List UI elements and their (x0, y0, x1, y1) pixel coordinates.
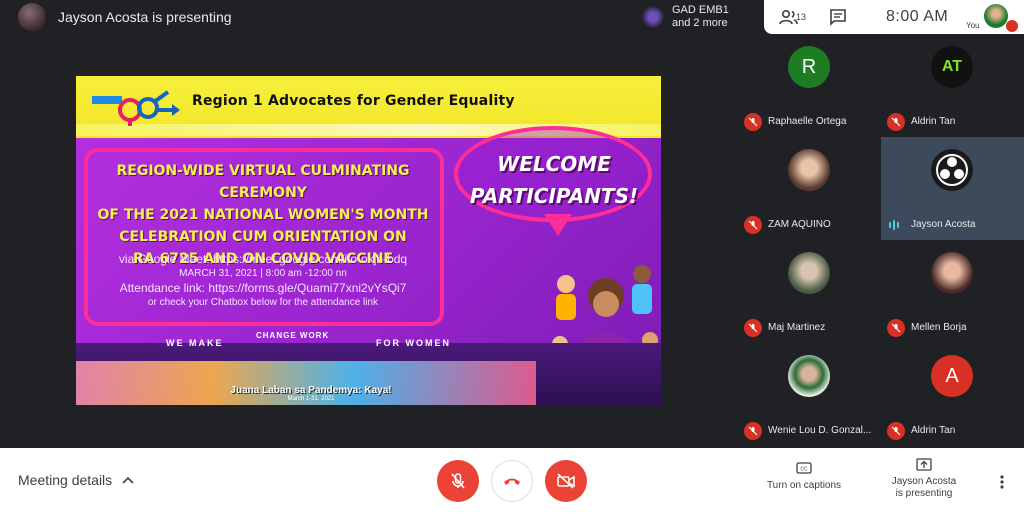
participant-avatar: AT (931, 46, 973, 88)
participant-tile[interactable]: ZAM AQUINO (738, 137, 881, 240)
mic-off-icon (887, 422, 905, 440)
slide-attendance-link: Attendance link: https://forms.gle/Quami… (119, 281, 407, 295)
leave-call-button[interactable] (491, 460, 533, 502)
captions-label: Turn on captions (766, 480, 842, 491)
participant-grid: R Raphaelle Ortega AT Aldrin Tan ZAM AQU… (738, 34, 1024, 448)
meeting-details-label: Meeting details (18, 472, 113, 488)
top-participant-more: and 2 more (672, 17, 728, 29)
participant-avatar (788, 252, 830, 294)
closed-captions-icon: CC (796, 462, 812, 474)
mic-off-icon (744, 319, 762, 337)
chevron-up-icon (122, 476, 134, 484)
participant-tile[interactable]: Mellen Borja (881, 240, 1024, 343)
presenting-status: is presenting (895, 488, 953, 499)
captions-button[interactable]: CC Turn on captions (756, 462, 852, 491)
presenter-bar: Jayson Acosta is presenting (0, 0, 740, 34)
obs-logo-avatar (931, 149, 973, 191)
svg-text:CC: CC (800, 467, 808, 473)
presentation-slide: Region 1 Advocates for Gender Equality R… (76, 76, 661, 405)
mic-off-icon (451, 473, 465, 489)
participant-tile[interactable]: Wenie Lou D. Gonzal... (738, 343, 881, 446)
mic-off-icon (744, 422, 762, 440)
participant-tile-active[interactable]: Jayson Acosta (881, 137, 1024, 240)
participant-name: Maj Martinez (768, 322, 826, 333)
slide-info-text: via Google Meet: https://meet.google.com… (88, 251, 438, 310)
participant-name: Aldrin Tan (911, 425, 956, 436)
chat-button[interactable] (814, 8, 862, 26)
top-participants-chip[interactable]: GAD EMB1 and 2 more (636, 0, 764, 34)
people-count: 13 (796, 12, 807, 22)
presenter-avatar (18, 3, 46, 31)
slide-chatbox-note: or check your Chatbox below for the atte… (147, 297, 379, 308)
gender-symbol-logo (92, 90, 180, 126)
top-toolbar: 13 8:00 AM You (764, 0, 1024, 34)
participant-avatar (788, 149, 830, 191)
self-label: You (966, 21, 980, 30)
participant-name: Aldrin Tan (911, 116, 956, 127)
participant-avatar: A (931, 355, 973, 397)
more-vertical-icon (1000, 475, 1004, 489)
participant-name: Mellen Borja (911, 322, 967, 333)
banner-change-work: CHANGE WORK (256, 331, 330, 340)
slide-footer-title: Juana Laban sa Pandemya: Kaya! (230, 385, 392, 396)
participant-name: Jayson Acosta (911, 219, 976, 230)
mic-off-icon (744, 216, 762, 234)
more-options-button[interactable] (992, 472, 1012, 492)
presentation-stage: Region 1 Advocates for Gender Equality R… (0, 48, 738, 448)
welcome-text: WELCOME PARTICIPANTS! (469, 152, 639, 208)
participant-avatar (931, 252, 973, 294)
people-button[interactable]: 13 (764, 8, 814, 26)
speaking-indicator-icon (889, 220, 899, 230)
participant-name: Wenie Lou D. Gonzal... (768, 425, 872, 436)
presenter-title: Jayson Acosta is presenting (58, 9, 232, 25)
hang-up-icon (504, 478, 520, 485)
banner-we-make: WE MAKE (166, 338, 224, 348)
self-avatar (984, 4, 1008, 28)
mic-off-icon (744, 113, 762, 131)
slide-footer-date: March 1-31, 2021 (287, 396, 335, 402)
present-screen-icon (916, 458, 932, 471)
meeting-details-button[interactable]: Meeting details (18, 472, 134, 488)
participant-name: ZAM AQUINO (768, 219, 831, 230)
self-view-tile[interactable]: You (966, 2, 1018, 32)
meet-window: Jayson Acosta is presenting GAD EMB1 and… (0, 0, 1024, 514)
slide-date: MARCH 31, 2021 | 8:00 am -12:00 nn (179, 268, 347, 279)
participant-name: Raphaelle Ortega (768, 116, 847, 127)
gad-emb1-avatar (642, 6, 664, 28)
participant-avatar (788, 355, 830, 397)
clock: 8:00 AM (886, 8, 949, 25)
participant-avatar: R (788, 46, 830, 88)
presenting-status-button[interactable]: Jayson Acosta is presenting (876, 458, 972, 500)
self-mic-off-icon (1006, 20, 1018, 32)
mic-off-icon (887, 319, 905, 337)
camera-off-icon (557, 473, 575, 489)
top-participant-name: GAD EMB1 (672, 4, 729, 16)
camera-toggle-button[interactable] (545, 460, 587, 502)
mic-off-icon (887, 113, 905, 131)
banner-for-women: FOR WOMEN (376, 338, 451, 348)
chat-icon (830, 9, 846, 26)
microphone-toggle-button[interactable] (437, 460, 479, 502)
presenting-name: Jayson Acosta (891, 476, 957, 487)
participant-tile[interactable]: AT Aldrin Tan (881, 34, 1024, 137)
bottom-control-bar: Meeting details CC Turn on captions Jays… (0, 448, 1024, 514)
participant-tile[interactable]: Maj Martinez (738, 240, 881, 343)
slide-meet-link: via Google Meet: https://meet.google.com… (118, 252, 408, 266)
participant-tile[interactable]: A Aldrin Tan (881, 343, 1024, 446)
slide-org-title: Region 1 Advocates for Gender Equality (192, 93, 515, 109)
participant-tile[interactable]: R Raphaelle Ortega (738, 34, 881, 137)
